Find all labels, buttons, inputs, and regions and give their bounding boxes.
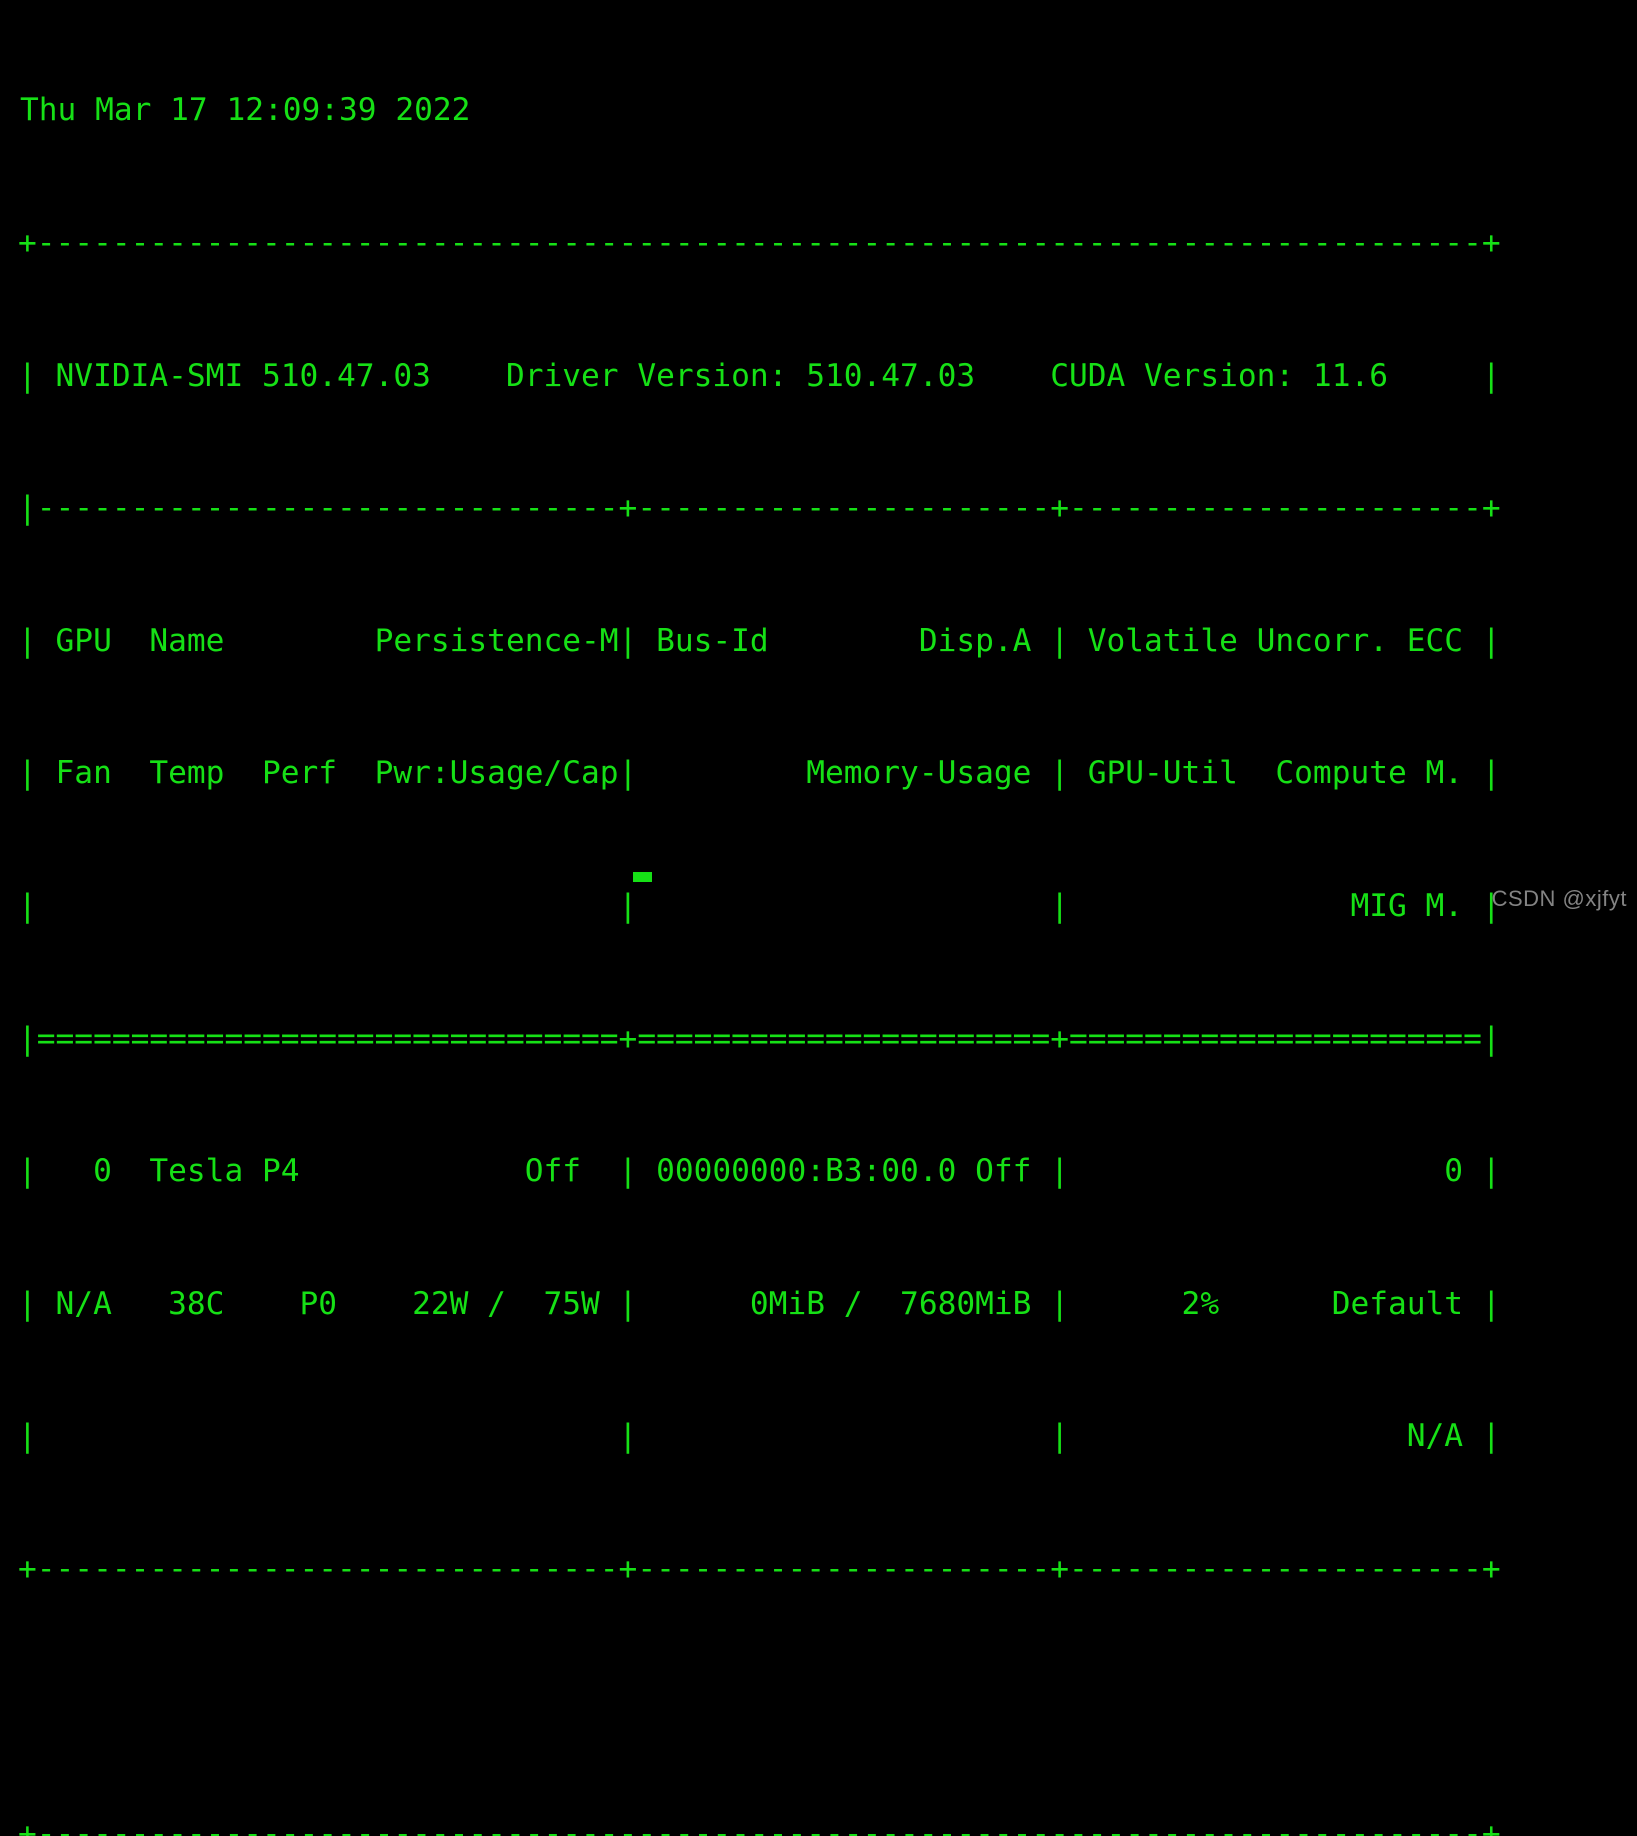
terminal-line-gpu-bottom-border: +-------------------------------+-------… <box>18 1550 1501 1587</box>
terminal-line-gpu-header-1: | GPU Name Persistence-M| Bus-Id Disp.A … <box>18 622 1501 659</box>
terminal-output: Thu Mar 17 12:09:39 2022 +--------------… <box>0 0 1637 1836</box>
terminal-line-gpu-row-2: | N/A 38C P0 22W / 75W | 0MiB / 7680MiB … <box>18 1285 1501 1322</box>
terminal-line-smi-version: | NVIDIA-SMI 510.47.03 Driver Version: 5… <box>18 357 1501 394</box>
terminal-line-gpu-header-3: | | | MIG M. | <box>18 887 1501 924</box>
terminal-line-gpu-row-3: | | | N/A | <box>18 1418 1501 1455</box>
terminal-line-gpu-header-rule: |===============================+=======… <box>18 1020 1501 1057</box>
terminal-line-gpu-row-1: | 0 Tesla P4 Off | 00000000:B3:00.0 Off … <box>18 1153 1501 1190</box>
terminal-line-header-divider: |-------------------------------+-------… <box>18 490 1501 527</box>
watermark-label: CSDN @xjfyt <box>1491 886 1627 911</box>
terminal-line-processes-top-border: +---------------------------------------… <box>18 1816 1501 1836</box>
terminal-cursor <box>633 872 652 882</box>
terminal-date-line: Thu Mar 17 12:09:39 2022 <box>20 92 471 129</box>
terminal-line-gpu-header-2: | Fan Temp Perf Pwr:Usage/Cap| Memory-Us… <box>18 755 1501 792</box>
terminal-line-top-border: +---------------------------------------… <box>18 225 1501 261</box>
